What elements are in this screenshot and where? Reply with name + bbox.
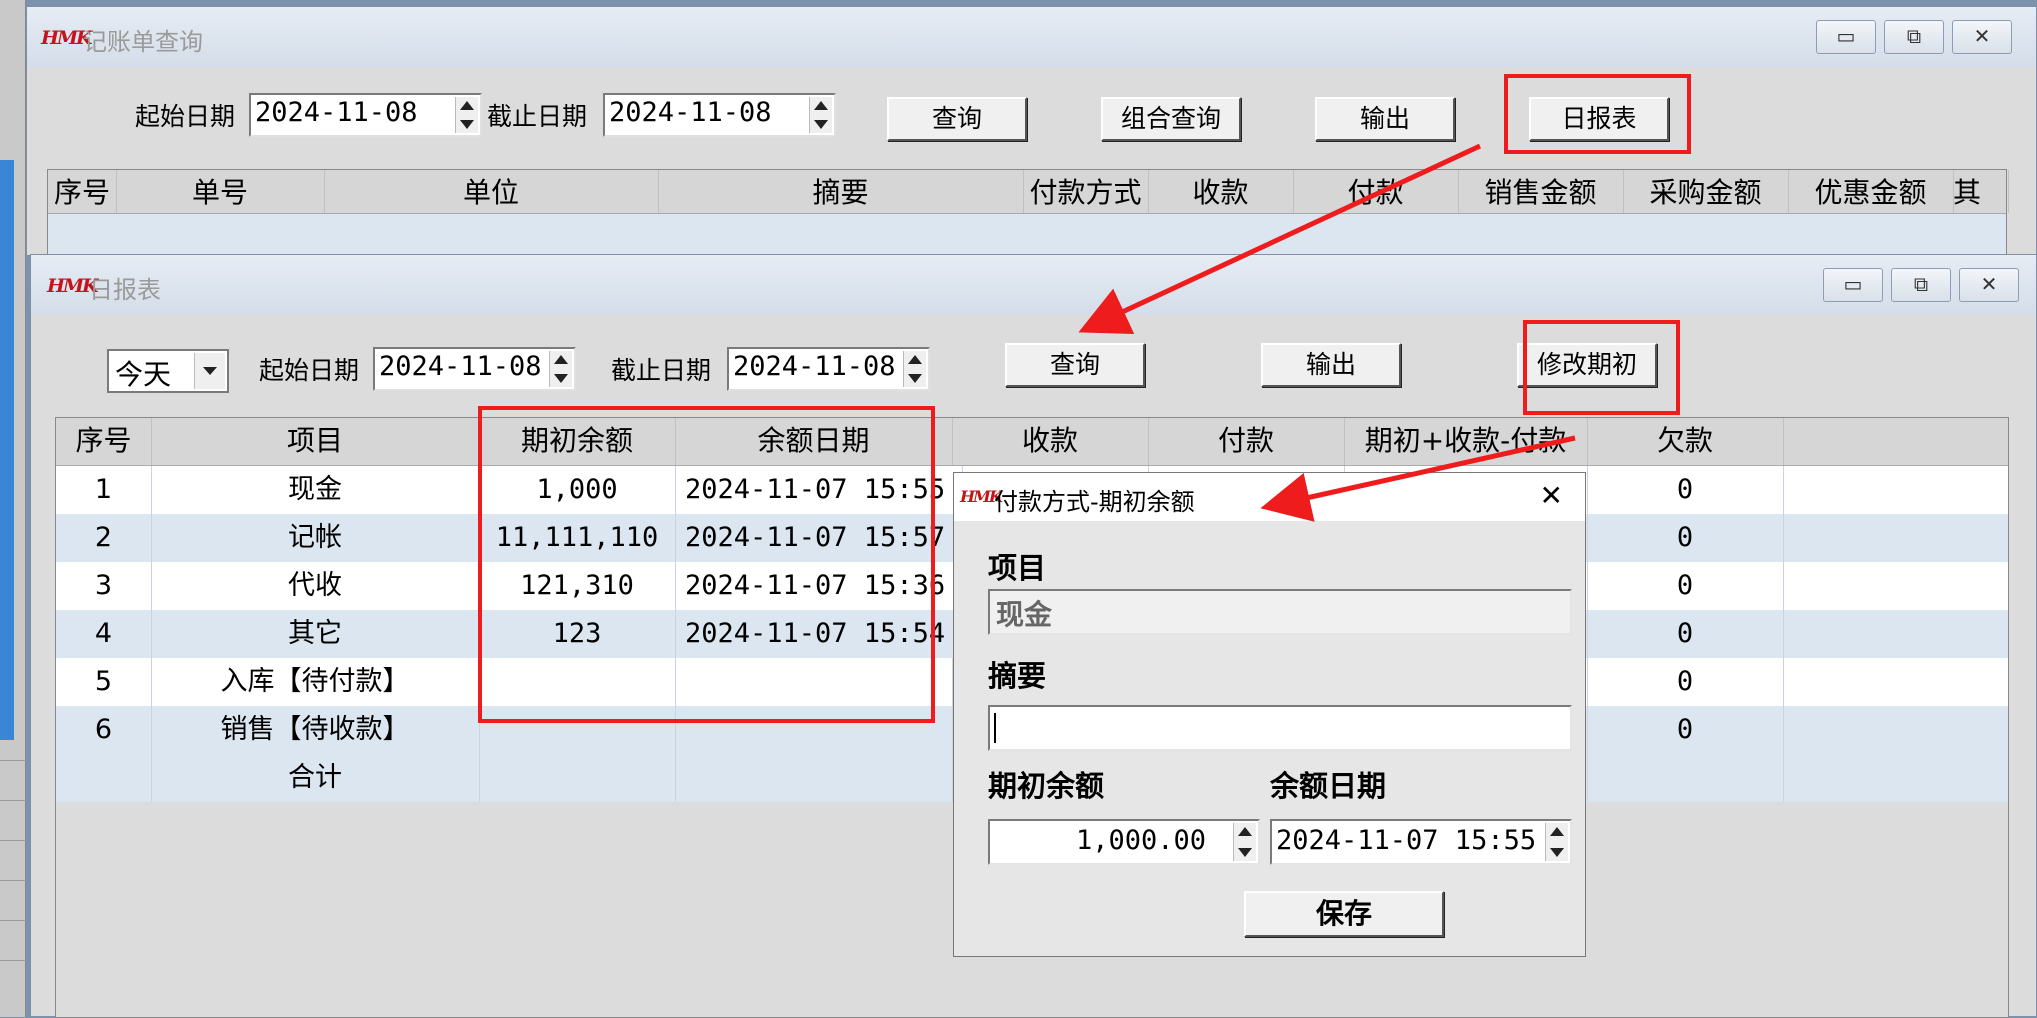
arrow-to-dialog <box>1260 435 1576 522</box>
annotation-arrows <box>1078 143 1576 522</box>
arrow-to-query <box>1078 143 1482 334</box>
